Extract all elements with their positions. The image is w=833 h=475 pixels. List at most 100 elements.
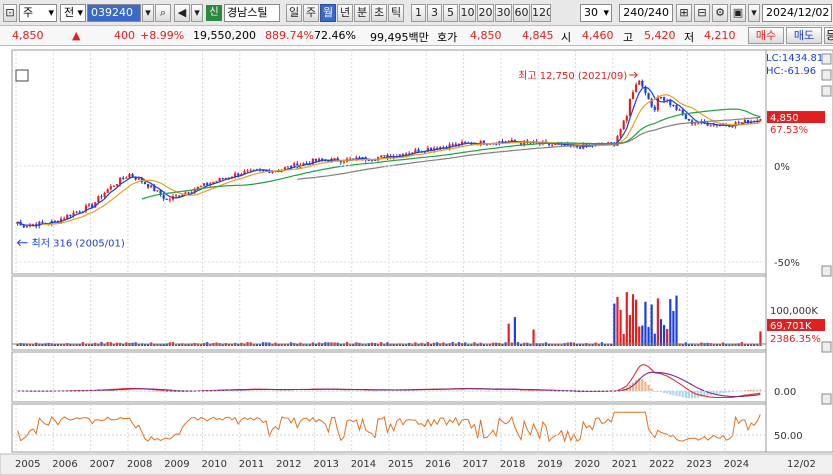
chevron-down-icon: ▾ <box>145 6 151 19</box>
candle-body <box>106 189 109 193</box>
pane-option-button[interactable] <box>821 53 832 65</box>
volume-bar <box>401 344 405 346</box>
candle-body <box>687 118 691 121</box>
volume-bar <box>631 294 635 346</box>
candle-body <box>156 190 159 192</box>
price-tick-neg50: -50% <box>774 258 800 269</box>
volume-bar <box>389 344 392 346</box>
open-label: 시 <box>561 31 572 44</box>
settings-icon[interactable]: ⚙ <box>712 4 728 22</box>
volume-bar <box>122 344 125 346</box>
tab-period-0[interactable]: 일 <box>286 4 302 22</box>
volume-bar <box>470 344 473 346</box>
candle-body <box>628 99 631 117</box>
volume-bar <box>753 344 756 346</box>
candle-body <box>218 178 221 182</box>
candle-body <box>237 173 240 176</box>
buy-button[interactable]: 매수 <box>748 27 784 44</box>
volume-bar <box>560 344 563 346</box>
count-button-3[interactable]: 3 <box>427 4 442 22</box>
candle-body <box>122 177 125 179</box>
code-dropdown-button[interactable]: ▾ <box>142 4 154 22</box>
volume-bar <box>507 323 510 346</box>
pane-option-button[interactable] <box>821 265 832 277</box>
search-icon[interactable]: ⌕ <box>155 4 171 22</box>
candle-body <box>41 221 44 223</box>
osc-bar <box>694 391 697 399</box>
zoom-out-icon[interactable]: ⊟ <box>694 4 710 22</box>
x-tick-label: 2015 <box>388 459 413 470</box>
volume-bar <box>694 344 697 346</box>
options-icon[interactable]: ▾ <box>748 4 760 22</box>
trade-amount: 99,495백만 <box>370 31 429 44</box>
candle-body <box>202 183 206 186</box>
tab-period-1[interactable]: 주 <box>303 4 319 22</box>
count-button-60[interactable]: 60 <box>513 4 530 22</box>
volume-bar <box>72 344 75 346</box>
tab-period-6[interactable]: 틱 <box>388 4 404 22</box>
tab-period-3[interactable]: 년 <box>337 4 353 22</box>
osc-bar <box>750 389 753 392</box>
volume-bar <box>66 343 69 346</box>
pane-option-button[interactable] <box>821 85 832 97</box>
period-prefix-select[interactable]: 전 ▾ <box>60 4 86 22</box>
candle-body <box>103 192 106 197</box>
pane-option-button[interactable] <box>821 393 832 405</box>
tab-period-2[interactable]: 월 <box>320 4 336 22</box>
speaker-dropdown-button[interactable]: ▾ <box>191 4 203 22</box>
osc-bar <box>631 382 635 392</box>
count-button-10[interactable]: 10 <box>459 4 476 22</box>
open-price: 4,460 <box>582 29 614 42</box>
osc-bar <box>653 391 656 392</box>
count-button-5[interactable]: 5 <box>443 4 458 22</box>
x-tick-label: 2009 <box>164 459 189 470</box>
count-button-30[interactable]: 30 <box>495 4 512 22</box>
candle-body <box>100 196 103 198</box>
x-tick-label: 2019 <box>537 459 562 470</box>
grid-toggle-icon[interactable] <box>15 69 29 82</box>
candle-body <box>143 182 147 185</box>
volume-bar <box>746 344 750 346</box>
volume-pct-text: 2386.35% <box>770 334 821 345</box>
candle-body <box>339 161 342 163</box>
volume-bar <box>258 344 262 346</box>
osc-bar <box>684 391 687 398</box>
x-tick-label: 2007 <box>90 459 115 470</box>
ask-price: 4,850 <box>470 29 502 42</box>
osc-bar <box>644 381 647 392</box>
candle-body <box>619 129 622 137</box>
candle-body <box>638 80 641 85</box>
more-button[interactable]: 등 <box>824 27 833 44</box>
high-price: 5,420 <box>644 29 676 42</box>
date-field[interactable]: 2024/12/02 <box>762 4 832 22</box>
chart-canvas[interactable]: 2005 2006 2007 2008 2009 2010 2011 2012 2013 2014… <box>0 46 833 475</box>
osc-bar <box>672 391 675 396</box>
chart-type-icon[interactable]: ⊡ <box>3 4 17 22</box>
candle-body <box>669 100 672 105</box>
speaker-icon[interactable]: ◀ <box>174 4 190 22</box>
candle-body <box>743 119 746 123</box>
view-count-field[interactable]: 240/240 <box>619 4 673 22</box>
interval-select[interactable]: 30 ▾ <box>580 4 612 22</box>
candle-body <box>731 126 734 128</box>
candle-body <box>383 155 386 157</box>
market-type-select[interactable]: 주 ▾ <box>19 4 57 22</box>
pane-option-button[interactable] <box>821 69 832 81</box>
candle-body <box>647 93 650 100</box>
tab-period-5[interactable]: 초 <box>371 4 387 22</box>
candle-body <box>740 122 743 124</box>
sell-button[interactable]: 매도 <box>786 27 822 44</box>
candle-body <box>125 177 128 179</box>
save-icon[interactable]: ▣ <box>730 4 746 22</box>
pane-option-button[interactable] <box>821 341 832 353</box>
candle-body <box>53 220 56 222</box>
zoom-in-icon[interactable]: ⊞ <box>676 4 692 22</box>
count-button-1[interactable]: 1 <box>411 4 426 22</box>
candle-body <box>485 144 489 146</box>
count-button-120[interactable]: 120 <box>531 4 551 22</box>
candle-body <box>694 123 697 125</box>
tab-period-4[interactable]: 분 <box>354 4 370 22</box>
stock-code-input[interactable]: 039240 <box>87 4 141 22</box>
candle-body <box>551 144 554 146</box>
count-button-20[interactable]: 20 <box>477 4 494 22</box>
